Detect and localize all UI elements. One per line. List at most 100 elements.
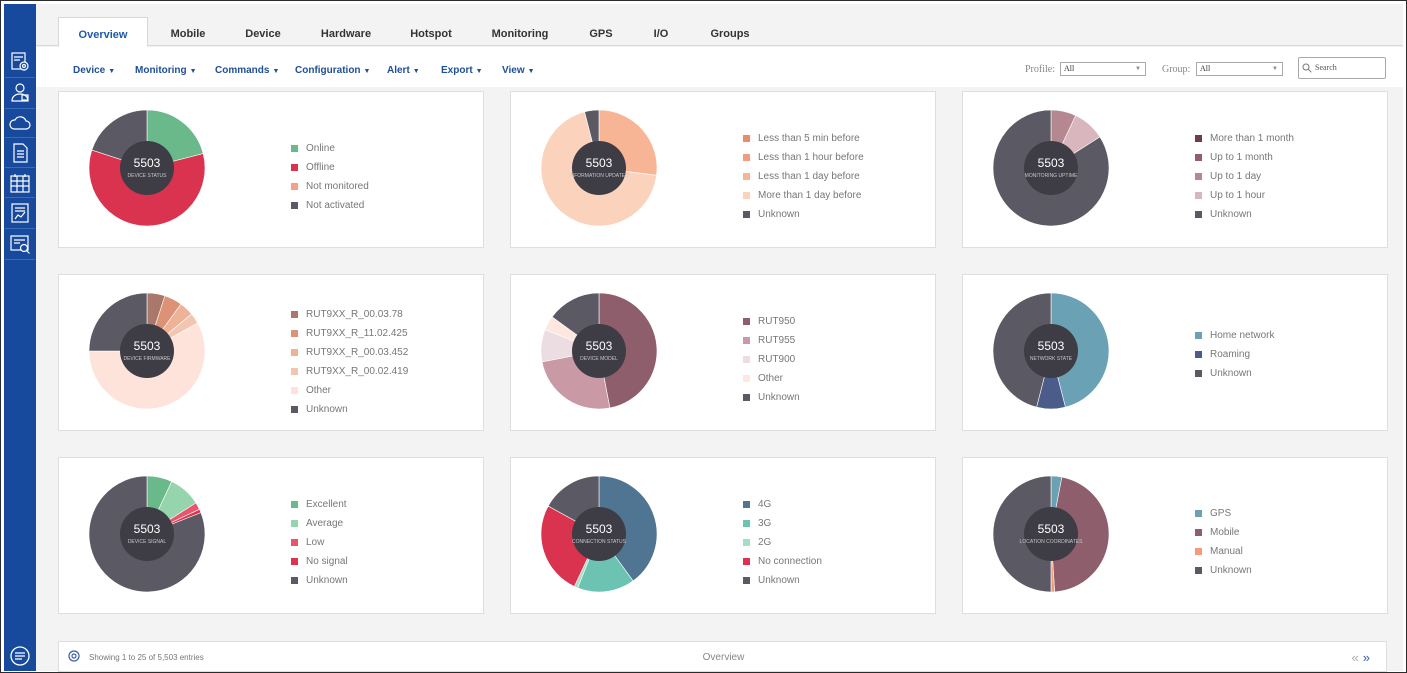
legend-item[interactable]: Unknown [743,205,864,224]
legend-item[interactable]: Not monitored [291,177,369,196]
legend-item[interactable]: Less than 1 hour before [743,148,864,167]
dashboard-settings-icon[interactable] [8,50,32,74]
legend-item[interactable]: Other [291,381,408,400]
search-report-icon[interactable] [8,232,32,256]
legend-item[interactable]: Home network [1195,326,1274,345]
donut-chart[interactable]: 5503 MONITORING UPTIME [991,108,1111,228]
legend-item[interactable]: 2G [743,533,822,552]
profile-label: Profile: [1025,64,1055,75]
tab-monitoring[interactable]: Monitoring [485,17,555,46]
donut-chart[interactable]: 5503 DEVICE STATUS [87,108,207,228]
legend-item[interactable]: Online [291,139,369,158]
legend-item[interactable]: RUT9XX_R_00.03.452 [291,343,408,362]
legend-item[interactable]: Unknown [1195,364,1274,383]
tab-groups[interactable]: Groups [706,17,754,46]
legend-item[interactable]: 4G [743,495,822,514]
legend-label: Roaming [1210,349,1251,360]
legend-item[interactable]: Mobile [1195,523,1252,542]
next-page-button[interactable]: » [1363,650,1374,665]
tab-hotspot[interactable]: Hotspot [401,17,461,46]
caret-down-icon: ▼ [363,68,371,75]
legend-item[interactable]: 3G [743,514,822,533]
legend-item[interactable]: Less than 1 day before [743,167,864,186]
chart-panel-information-updated: 5503 INFORMATION UPDATED Less than 5 min b… [510,91,936,248]
menu-configuration[interactable]: Configuration ▼ [295,65,370,76]
legend-item[interactable]: Up to 1 hour [1195,186,1294,205]
search-input[interactable]: Search [1298,57,1386,79]
legend-item[interactable]: Less than 5 min before [743,129,864,148]
footer-bar: Showing 1 to 25 of 5,503 entries Overvie… [58,641,1387,672]
chart-panel-network-state: 5503 NETWORK STATE Home network Roaming Unkn… [962,274,1388,431]
tab-io[interactable]: I/O [646,17,676,46]
legend-item[interactable]: Offline [291,158,369,177]
legend-item[interactable]: RUT900 [743,350,800,369]
legend-label: Excellent [306,499,347,510]
menu-alert[interactable]: Alert ▼ [387,65,420,76]
legend-item[interactable]: RUT950 [743,312,800,331]
legend-item[interactable]: More than 1 day before [743,186,864,205]
caret-down-icon: ▼ [412,68,420,75]
legend-item[interactable]: No signal [291,552,348,571]
menu-monitoring[interactable]: Monitoring ▼ [135,65,197,76]
tab-overview[interactable]: Overview [58,17,148,47]
legend-item[interactable]: Up to 1 day [1195,167,1294,186]
legend-label: Up to 1 day [1210,171,1262,182]
legend-item[interactable]: More than 1 month [1195,129,1294,148]
legend-item[interactable]: Unknown [1195,205,1294,224]
donut-chart[interactable]: 5503 LOCATION COORDINATES [991,474,1111,594]
prev-page-button[interactable]: « [1352,650,1363,665]
cloud-icon[interactable] [8,112,32,136]
chat-icon[interactable] [8,644,32,668]
tab-gps[interactable]: GPS [581,17,621,46]
main-content: Overview Mobile Device Hardware Hotspot … [36,4,1403,672]
legend-item[interactable]: RUT9XX_R_00.03.78 [291,305,408,324]
legend-item[interactable]: Other [743,369,800,388]
center-label: LOCATION COORDINATES [1019,539,1083,545]
user-icon[interactable] [8,80,32,104]
legend-item[interactable]: Unknown [291,400,408,419]
legend-item[interactable]: RUT9XX_R_00.02.419 [291,362,408,381]
tab-hardware[interactable]: Hardware [313,17,379,46]
legend-item[interactable]: Unknown [743,571,822,590]
donut-chart[interactable]: 5503 INFORMATION UPDATED [539,108,659,228]
donut-chart[interactable]: 5503 DEVICE MODEL [539,291,659,411]
legend-item[interactable]: Up to 1 month [1195,148,1294,167]
legend-label: Low [306,537,325,548]
legend-item[interactable]: Unknown [1195,561,1252,580]
menu-device[interactable]: Device ▼ [73,65,115,76]
legend-swatch [291,501,298,508]
donut-chart[interactable]: 5503 DEVICE FIRMWARE [87,291,207,411]
legend-label: Unknown [306,575,348,586]
legend-label: Average [306,518,344,529]
tab-device[interactable]: Device [233,17,293,46]
legend-item[interactable]: GPS [1195,504,1252,523]
legend-item[interactable]: Excellent [291,495,348,514]
menu-export[interactable]: Export ▼ [441,65,483,76]
legend-item[interactable]: Unknown [291,571,348,590]
legend-item[interactable]: Manual [1195,542,1252,561]
legend-swatch [743,318,750,325]
donut-chart[interactable]: 5503 CONNECTION STATUS [539,474,659,594]
chart-legend: Less than 5 min before Less than 1 hour b… [743,129,864,224]
menu-commands[interactable]: Commands ▼ [215,65,279,76]
legend-item[interactable]: Not activated [291,196,369,215]
legend-item[interactable]: Low [291,533,348,552]
group-select[interactable]: All ▼ [1196,62,1283,76]
document-icon[interactable] [8,141,32,165]
legend-item[interactable]: No connection [743,552,822,571]
legend-swatch [743,192,750,199]
legend-item[interactable]: Average [291,514,348,533]
legend-item[interactable]: Roaming [1195,345,1274,364]
profile-select[interactable]: All ▼ [1060,62,1146,76]
donut-chart[interactable]: 5503 NETWORK STATE [991,291,1111,411]
donut-chart[interactable]: 5503 DEVICE SIGNAL [87,474,207,594]
legend-item[interactable]: RUT955 [743,331,800,350]
legend-item[interactable]: Unknown [743,388,800,407]
menu-view[interactable]: View ▼ [502,65,535,76]
legend-label: GPS [1210,508,1232,519]
legend-swatch [291,202,298,209]
report-chart-icon[interactable] [8,201,32,225]
legend-item[interactable]: RUT9XX_R_11.02.425 [291,324,408,343]
calendar-grid-icon[interactable] [8,171,32,195]
tab-mobile[interactable]: Mobile [158,17,218,46]
